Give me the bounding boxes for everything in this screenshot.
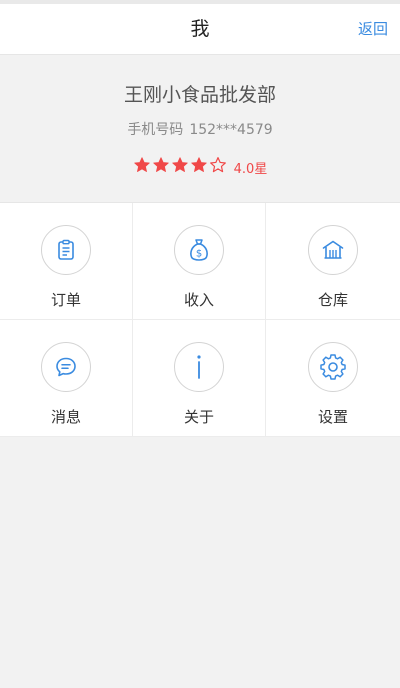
menu-item-income[interactable]: $ 收入 (133, 203, 266, 320)
star-filled-icon (190, 156, 208, 174)
rating-row: 4.0星 (0, 156, 400, 178)
rating-stars (133, 156, 228, 178)
star-empty-icon (209, 156, 227, 174)
menu-item-about[interactable]: 关于 (133, 320, 266, 437)
phone-number: 152***4579 (189, 122, 273, 138)
rating-text: 4.0星 (233, 161, 268, 177)
menu-item-label: 消息 (50, 408, 81, 426)
menu-item-label: 关于 (183, 408, 214, 426)
clipboard-icon (41, 225, 91, 275)
shop-name: 王刚小食品批发部 (123, 84, 276, 106)
page-title: 我 (190, 18, 210, 40)
menu-item-label: 仓库 (317, 291, 348, 309)
back-button[interactable]: 返回 (358, 4, 388, 54)
menu-item-settings[interactable]: 设置 (266, 320, 400, 437)
menu-item-label: 订单 (50, 291, 81, 309)
warehouse-icon (308, 225, 358, 275)
navigation-bar: 我 返回 (0, 4, 400, 55)
menu-item-warehouse[interactable]: 仓库 (266, 203, 400, 320)
svg-text:$: $ (196, 249, 202, 260)
star-filled-icon (171, 156, 189, 174)
star-filled-icon (133, 156, 151, 174)
menu-grid: 订单 $ 收入 仓库 消息 关于 设置 (0, 202, 400, 437)
profile-header: 王刚小食品批发部 手机号码 152***4579 4.0星 (0, 55, 400, 202)
menu-item-messages[interactable]: 消息 (0, 320, 133, 437)
phone-label: 手机号码 (127, 122, 184, 138)
phone-row: 手机号码 152***4579 (0, 119, 400, 139)
info-icon (174, 342, 224, 392)
chat-bubble-icon (41, 342, 91, 392)
menu-item-label: 收入 (183, 291, 214, 309)
menu-item-label: 设置 (317, 408, 348, 426)
gear-icon (308, 342, 358, 392)
menu-item-orders[interactable]: 订单 (0, 203, 133, 320)
money-bag-icon: $ (174, 225, 224, 275)
star-filled-icon (152, 156, 170, 174)
